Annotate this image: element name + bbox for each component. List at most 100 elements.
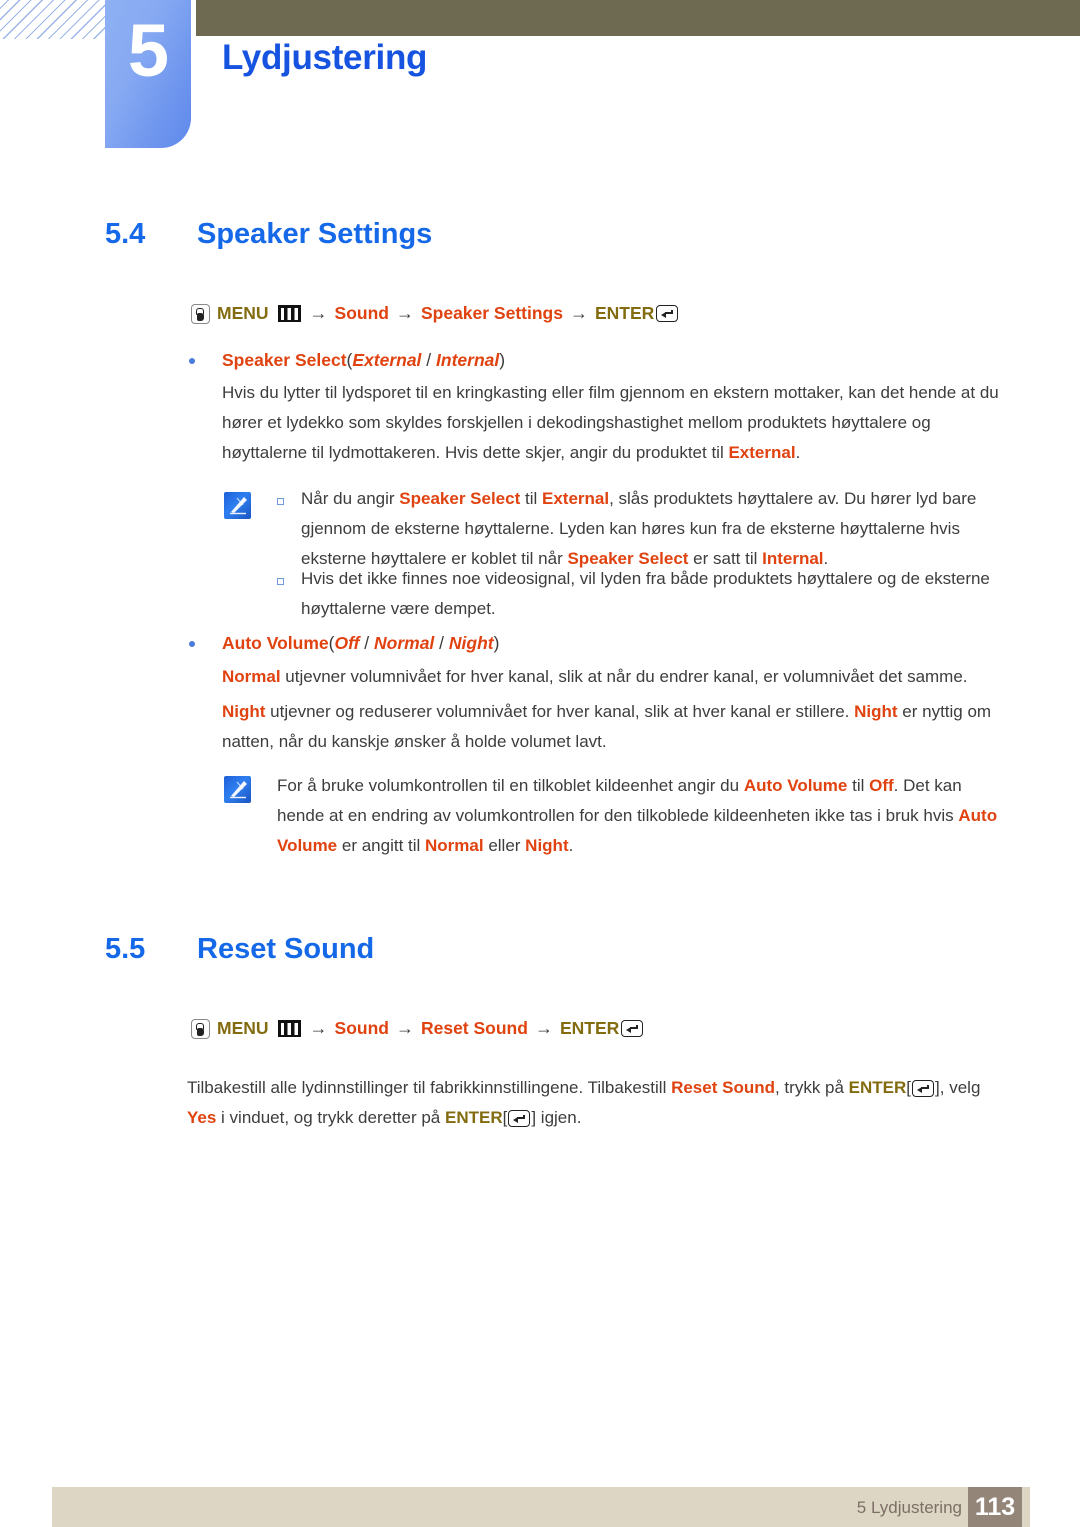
bullet-dot-auto-volume xyxy=(189,641,195,647)
av-sep-1: / xyxy=(359,633,374,653)
option-external: External xyxy=(352,350,422,370)
paragraph-speaker-select: Hvis du lytter til lydsporet til en krin… xyxy=(222,378,1012,468)
header-olive-bar xyxy=(196,0,1080,36)
enter-label-3: ENTER xyxy=(848,1078,907,1097)
note-item-1: Når du angir Speaker Select til External… xyxy=(301,484,1001,574)
enter-key-icon-3 xyxy=(912,1080,935,1098)
arrow-icon-3: → xyxy=(569,303,588,323)
chapter-header: 5 Lydjustering xyxy=(0,0,1080,160)
av-para-2: Night utjevner og reduserer volumnivået … xyxy=(222,702,991,751)
menu-path-speaker-settings: MENU → Sound → Speaker Settings → ENTER xyxy=(191,303,679,324)
chapter-number-badge: 5 xyxy=(105,0,191,148)
keyword-external: External xyxy=(728,443,796,462)
option-normal: Normal xyxy=(374,633,435,653)
note-item-2-text: Hvis det ikke finnes noe videosignal, vi… xyxy=(301,569,990,618)
text-run: eller xyxy=(483,836,526,855)
av-sep-2: / xyxy=(434,633,449,653)
arrow-icon-5: → xyxy=(395,1018,414,1038)
section-number-5-4: 5.4 xyxy=(105,218,146,250)
rs-text-e: igjen. xyxy=(536,1108,582,1127)
keyword-yes: Yes xyxy=(187,1108,217,1127)
page-number: 113 xyxy=(974,1493,1016,1521)
menu-bars-icon xyxy=(277,305,301,322)
page-number-box: 113 xyxy=(968,1487,1022,1527)
hatch-decoration xyxy=(0,0,106,39)
enter-key-icon xyxy=(656,305,679,322)
para-text-d: . xyxy=(795,443,801,462)
bullet-label-speaker-select: Speaker Select xyxy=(222,350,347,370)
text-run: Når du angir xyxy=(301,489,400,508)
text-run: utjevner og reduserer volumnivået for hv… xyxy=(265,702,855,721)
menu-step-sound: Sound xyxy=(334,303,389,323)
enter-key-icon-4 xyxy=(508,1110,531,1128)
option-separator: / xyxy=(421,350,437,370)
rs-text-c: , velg xyxy=(939,1078,981,1097)
footer-chapter-label: 5 Lydjustering xyxy=(856,1498,962,1517)
bullet-dot-speaker-select xyxy=(189,358,195,364)
menu-label: MENU xyxy=(217,303,269,323)
option-off: Off xyxy=(334,633,360,653)
text-run: . xyxy=(568,836,574,855)
paragraph-auto-volume-normal: Normal utjevner volumnivået for hver kan… xyxy=(222,662,1017,692)
bullet-label-auto-volume: Auto Volume xyxy=(222,633,329,653)
enter-key-icon-2 xyxy=(621,1020,644,1037)
keyword: Night xyxy=(525,836,569,855)
menu-step-reset-sound: Reset Sound xyxy=(420,1018,528,1038)
hand-press-icon-2 xyxy=(191,1018,210,1039)
keyword: Auto Volume xyxy=(743,776,848,795)
section-heading-5-4: 5.4 Speaker Settings xyxy=(105,218,432,251)
enter-label: ENTER xyxy=(594,303,655,323)
paren-close: ) xyxy=(499,350,506,370)
paragraph-reset-sound: Tilbakestill alle lydinnstillinger til f… xyxy=(187,1073,1012,1133)
bullet-speaker-select: Speaker Select(External / Internal) xyxy=(222,350,505,371)
arrow-icon-6: → xyxy=(534,1018,553,1038)
av-para-1: Normal utjevner volumnivået for hver kan… xyxy=(222,667,968,686)
paragraph-auto-volume-night: Night utjevner og reduserer volumnivået … xyxy=(222,697,1017,757)
para-text-c: høyttalerne til lydmottakeren. Hvis dett… xyxy=(222,443,729,462)
note-item-1-text: Når du angir Speaker Select til External… xyxy=(301,489,976,568)
section-heading-5-5: 5.5 Reset Sound xyxy=(105,933,374,966)
av-paren-close: ) xyxy=(493,633,500,653)
menu-bars-icon-2 xyxy=(277,1020,301,1037)
keyword: Speaker Select xyxy=(399,489,521,508)
rs-text-a: Tilbakestill alle lydinnstillinger til f… xyxy=(187,1078,672,1097)
rs-text-b: , trykk på xyxy=(774,1078,849,1097)
text-run: utjevner volumnivået for hver kanal, sli… xyxy=(280,667,968,686)
text-run: til xyxy=(847,776,870,795)
menu-path-reset-sound: MENU → Sound → Reset Sound → ENTER xyxy=(191,1018,644,1039)
section-title-5-4: Speaker Settings xyxy=(197,218,433,250)
text-run: til xyxy=(520,489,542,508)
note-bullet-1 xyxy=(277,498,284,505)
arrow-icon-1: → xyxy=(309,303,328,323)
section-number-5-5: 5.5 xyxy=(105,933,146,965)
bracket-open-1: [ xyxy=(906,1078,912,1097)
note-pen-icon xyxy=(224,492,251,519)
note-pen-icon-2 xyxy=(224,776,251,803)
chapter-title: Lydjustering xyxy=(222,38,428,77)
keyword: Night xyxy=(222,702,266,721)
note-item-3-text: For å bruke volumkontrollen til en tilko… xyxy=(277,776,997,855)
keyword: Normal xyxy=(222,667,281,686)
hand-press-icon xyxy=(191,303,210,324)
menu-label-2: MENU xyxy=(217,1018,269,1038)
keyword-reset-sound: Reset Sound xyxy=(671,1078,775,1097)
para-text-a: Hvis du lytter til lydsporet til en krin… xyxy=(222,383,976,402)
section-title-5-5: Reset Sound xyxy=(197,933,375,965)
text-run: er angitt til xyxy=(337,836,426,855)
option-night: Night xyxy=(448,633,494,653)
enter-label-2: ENTER xyxy=(559,1018,620,1038)
enter-label-4: ENTER xyxy=(444,1108,503,1127)
bullet-auto-volume: Auto Volume(Off / Normal / Night) xyxy=(222,633,499,654)
menu-step-sound-2: Sound xyxy=(334,1018,389,1038)
note-item-2: Hvis det ikke finnes noe videosignal, vi… xyxy=(301,564,1006,624)
keyword: Normal xyxy=(425,836,484,855)
rs-text-d: i vinduet, og trykk deretter på xyxy=(216,1108,445,1127)
chapter-number: 5 xyxy=(127,9,169,92)
keyword: Night xyxy=(854,702,898,721)
text-run: Hvis det ikke finnes noe videosignal, vi… xyxy=(301,569,990,618)
keyword: Off xyxy=(869,776,894,795)
arrow-icon-2: → xyxy=(395,303,414,323)
arrow-icon-4: → xyxy=(309,1018,328,1038)
option-internal: Internal xyxy=(436,350,500,370)
page-footer: 5 Lydjustering 113 xyxy=(52,1487,1030,1527)
